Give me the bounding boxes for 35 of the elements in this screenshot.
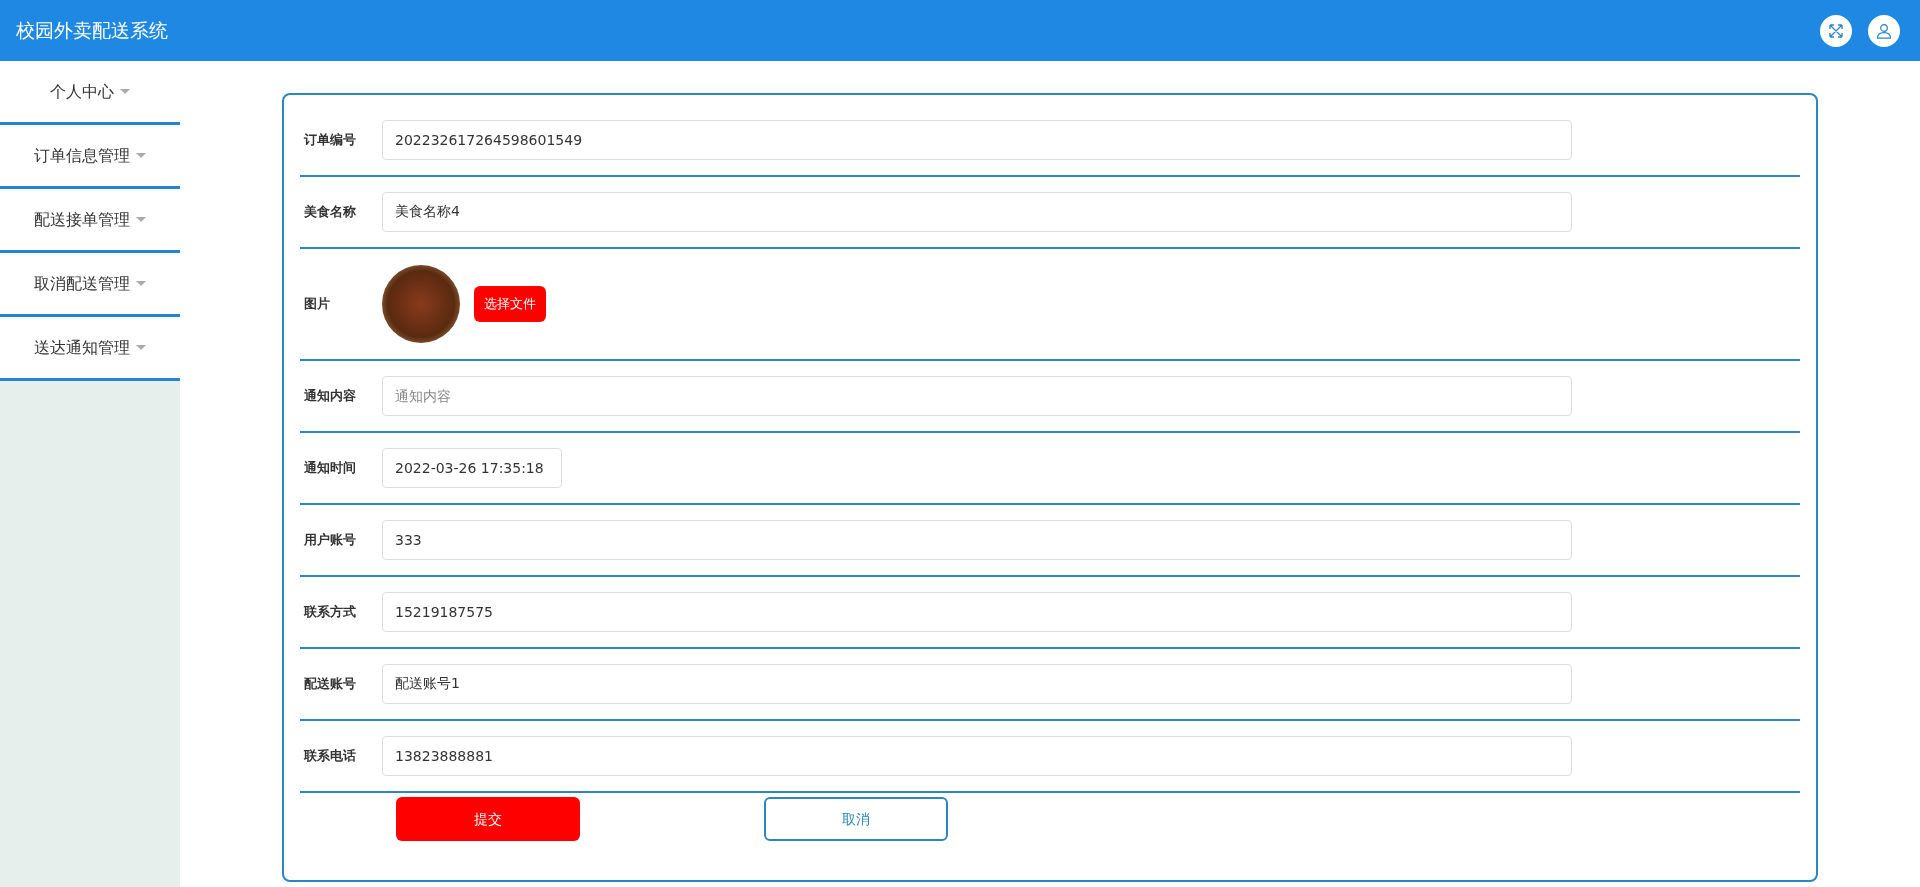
field-label: 配送账号 — [303, 675, 357, 694]
input-field[interactable]: 美食名称4 — [382, 192, 1572, 232]
submit-button[interactable]: 提交 — [396, 797, 580, 841]
input-field[interactable]: 13823888881 — [382, 736, 1572, 776]
input-field[interactable]: 15219187575 — [382, 592, 1572, 632]
input-field[interactable]: 202232617264598601549 — [382, 120, 1572, 160]
cancel-button[interactable]: 取消 — [764, 797, 948, 841]
field-label: 通知时间 — [303, 459, 357, 478]
sidebar-menu-item[interactable]: 订单信息管理 — [0, 125, 180, 189]
sidebar-menu-item[interactable]: 个人中心 — [0, 61, 180, 125]
field-label: 联系方式 — [303, 603, 357, 622]
input-field[interactable]: 333 — [382, 520, 1572, 560]
caret-icon — [120, 89, 130, 94]
choose-file-button[interactable]: 选择文件 — [474, 286, 546, 322]
datetime-field[interactable]: 2022-03-26 17:35:18 — [382, 448, 562, 488]
field-label: 通知内容 — [303, 387, 357, 406]
field-label: 图片 — [303, 295, 331, 314]
caret-icon — [136, 345, 146, 350]
field-label: 用户账号 — [303, 531, 357, 550]
app-title: 校园外卖配送系统 — [16, 18, 168, 44]
user-button[interactable] — [1868, 14, 1900, 47]
field-label: 联系电话 — [303, 747, 357, 766]
caret-icon — [136, 153, 146, 158]
field-label: 美食名称 — [303, 203, 357, 222]
caret-icon — [136, 281, 146, 286]
caret-icon — [136, 217, 146, 222]
fullscreen-button[interactable] — [1820, 14, 1852, 47]
sidebar-menu-item[interactable]: 取消配送管理 — [0, 253, 180, 317]
expand-arrows-icon — [1828, 22, 1844, 39]
sidebar-menu-item[interactable]: 配送接单管理 — [0, 189, 180, 253]
sidebar-menu-item[interactable]: 送达通知管理 — [0, 317, 180, 381]
input-field[interactable]: 通知内容 — [382, 376, 1572, 416]
input-field[interactable]: 配送账号1 — [382, 664, 1572, 704]
field-label: 订单编号 — [303, 131, 357, 150]
user-icon — [1876, 22, 1892, 39]
